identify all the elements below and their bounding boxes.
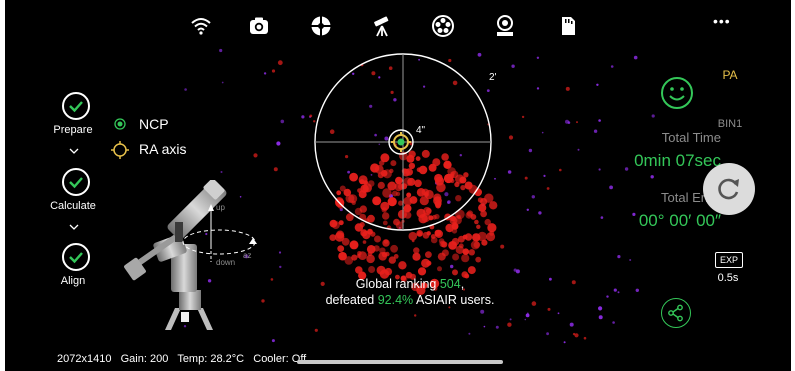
ranking-text: Global ranking 504, defeated 92.4% ASIAI… bbox=[325, 277, 495, 307]
exposure-value: 0.5s bbox=[717, 272, 739, 284]
total-time-value: 0min 07sec bbox=[634, 151, 721, 170]
resolution-text: 2072x1410 bbox=[57, 353, 112, 365]
ranking-value: 504 bbox=[439, 277, 461, 291]
total-error-value: 00° 00′ 00″ bbox=[638, 211, 721, 230]
share-button[interactable] bbox=[661, 298, 691, 328]
storage-icon[interactable] bbox=[556, 14, 580, 38]
telescope-icon[interactable] bbox=[370, 14, 394, 38]
mount-up-label: up bbox=[216, 203, 225, 212]
step-prepare-label[interactable]: Prepare bbox=[33, 124, 113, 136]
ra-axis-legend-icon bbox=[111, 141, 129, 159]
chevron-down-icon bbox=[69, 148, 79, 154]
bin-label[interactable]: BIN1 bbox=[713, 118, 747, 130]
home-indicator[interactable] bbox=[297, 360, 503, 364]
step-calculate-label[interactable]: Calculate bbox=[33, 200, 113, 212]
focuser-icon[interactable] bbox=[309, 14, 333, 38]
calculate-check-icon[interactable] bbox=[62, 168, 90, 196]
prepare-check-icon[interactable] bbox=[62, 92, 90, 120]
ra-axis-legend-label: RA axis bbox=[139, 141, 187, 157]
ncp-legend-label: NCP bbox=[139, 116, 169, 132]
polar-align-screen: 2' 4" ••• Prepare Calculate Align NCP RA… bbox=[5, 0, 791, 371]
share-icon bbox=[668, 304, 683, 322]
exposure-button[interactable]: EXP bbox=[715, 252, 743, 268]
filter-wheel-icon[interactable] bbox=[431, 14, 455, 38]
refresh-icon bbox=[718, 178, 739, 200]
mount-az-label: az bbox=[243, 251, 252, 260]
mount-down-label: down bbox=[216, 258, 236, 267]
wifi-icon[interactable] bbox=[189, 14, 213, 38]
chevron-down-icon bbox=[69, 224, 79, 230]
total-error-label: Total Error bbox=[661, 190, 721, 205]
ncp-marker bbox=[397, 138, 405, 146]
total-time-label: Total Time bbox=[661, 130, 721, 145]
temp-text: Temp: 28.2°C bbox=[177, 353, 245, 365]
align-check-icon[interactable] bbox=[62, 243, 90, 271]
ncp-legend-icon bbox=[114, 118, 126, 130]
outer-target-label: 2' bbox=[489, 72, 497, 83]
inner-target-label: 4" bbox=[416, 125, 426, 136]
status-bar: 2072x1410 Gain: 200 Temp: 28.2°C Cooler:… bbox=[57, 353, 306, 365]
refresh-button[interactable] bbox=[703, 163, 755, 215]
defeated-percent: 92.4% bbox=[377, 293, 414, 307]
step-align-label[interactable]: Align bbox=[33, 275, 113, 287]
more-menu-button[interactable]: ••• bbox=[713, 13, 731, 29]
pa-mode-label[interactable]: PA bbox=[719, 68, 741, 82]
camera-icon[interactable] bbox=[247, 14, 271, 38]
smiley-face-icon bbox=[661, 77, 693, 109]
gain-text: Gain: 200 bbox=[120, 353, 169, 365]
polar-align-icon[interactable] bbox=[493, 14, 517, 38]
